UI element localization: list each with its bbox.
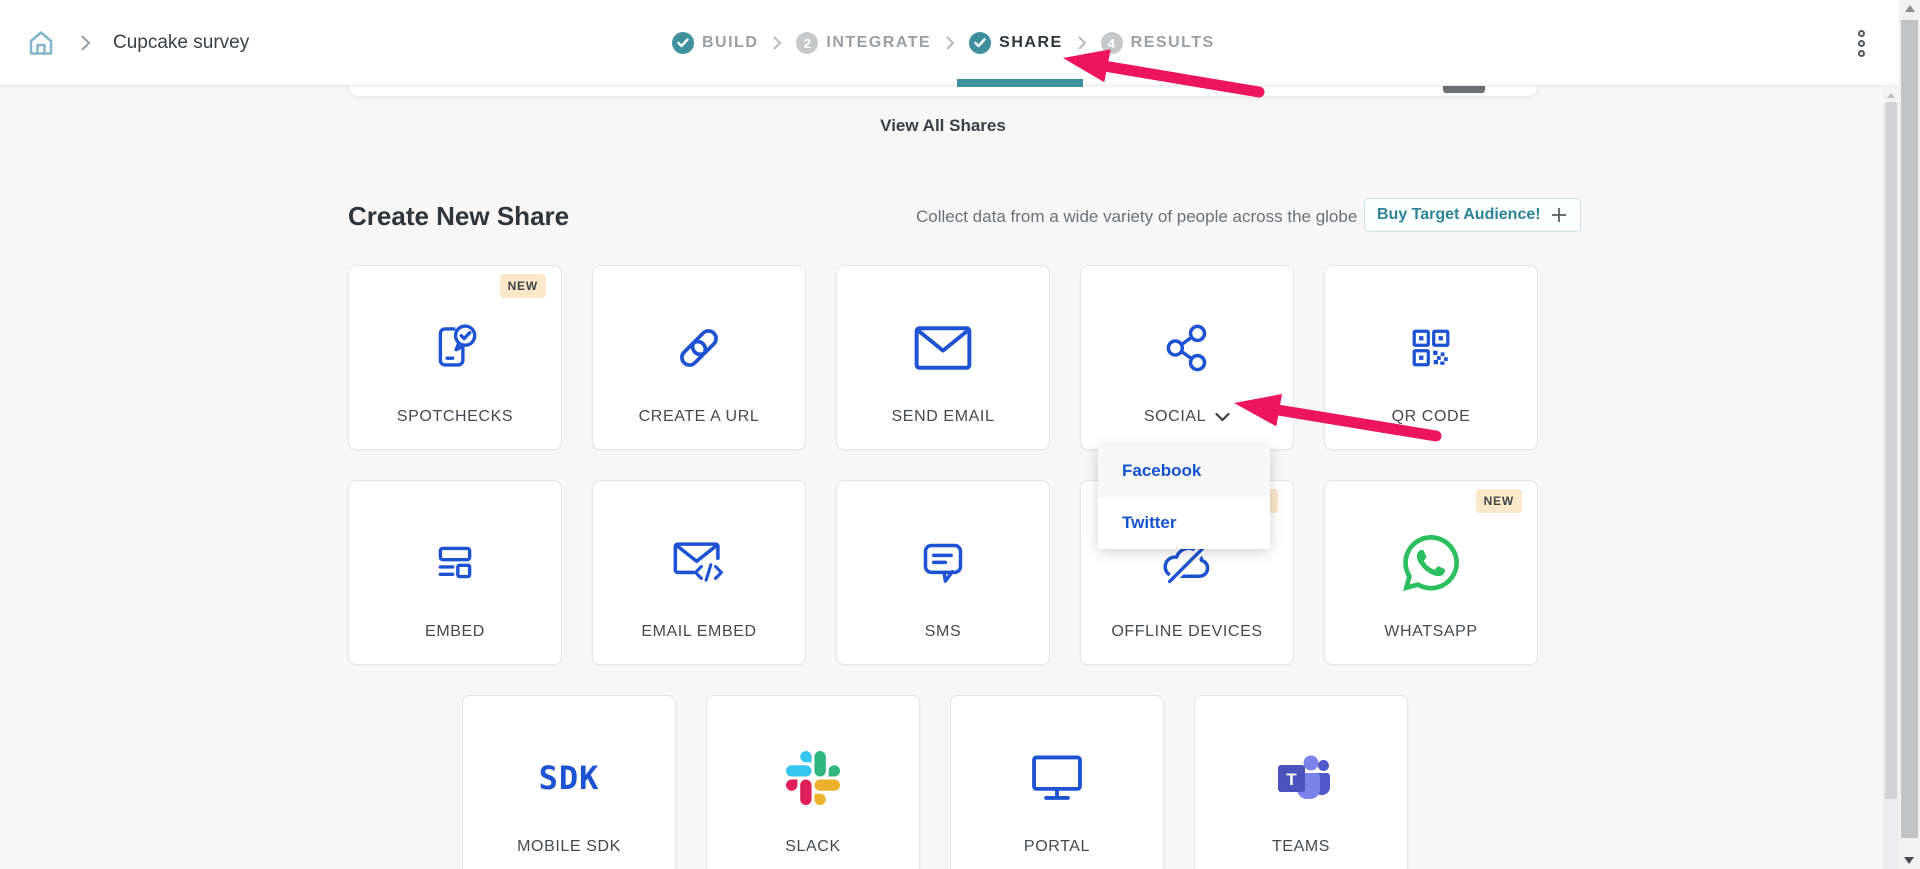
step-label: RESULTS xyxy=(1131,34,1215,52)
card-spotchecks[interactable]: NEW SPOTCHECKS xyxy=(348,265,562,450)
social-dropdown-item-twitter[interactable]: Twitter xyxy=(1098,497,1270,549)
step-share[interactable]: SHARE xyxy=(969,32,1063,54)
social-dropdown-item-facebook[interactable]: Facebook xyxy=(1098,445,1270,497)
envelope-icon xyxy=(914,324,972,372)
teams-logo-icon: T xyxy=(1271,750,1331,806)
chevron-right-icon xyxy=(772,35,782,51)
share-cards-row-3: SDK MOBILE SDK SLACK PORTAL T TEAMS xyxy=(462,695,1408,869)
step-number-circle: 4 xyxy=(1101,32,1123,54)
card-label: TEAMS xyxy=(1195,838,1407,856)
whatsapp-icon xyxy=(1402,531,1460,595)
audience-subtitle: Collect data from a wide variety of peop… xyxy=(916,207,1357,227)
share-cards-row-2: EMBED EMAIL EMBED SMS NEW OFFLINE DEVICE… xyxy=(348,480,1538,665)
card-label: SEND EMAIL xyxy=(837,408,1049,426)
slack-logo-icon xyxy=(786,751,840,805)
check-circle-icon xyxy=(969,32,991,54)
browser-scrollbar[interactable] xyxy=(1899,0,1920,869)
scroll-down-arrow[interactable] xyxy=(1904,857,1914,864)
chevron-down-icon[interactable] xyxy=(1215,412,1230,422)
card-label: PORTAL xyxy=(951,838,1163,856)
step-results[interactable]: 4 RESULTS xyxy=(1101,32,1215,54)
card-label: QR CODE xyxy=(1325,408,1537,426)
check-circle-icon xyxy=(672,32,694,54)
step-integrate[interactable]: 2 INTEGRATE xyxy=(796,32,931,54)
card-label: OFFLINE DEVICES xyxy=(1081,623,1293,641)
qr-code-icon xyxy=(1405,322,1457,374)
card-email-embed[interactable]: EMAIL EMBED xyxy=(592,480,806,665)
page-title: Create New Share xyxy=(348,201,569,232)
card-embed[interactable]: EMBED xyxy=(348,480,562,665)
chevron-right-icon xyxy=(80,34,91,52)
card-label: SOCIAL xyxy=(1144,408,1206,426)
sdk-text-icon: SDK xyxy=(539,759,600,797)
buy-target-audience-label: Buy Target Audience! xyxy=(1377,206,1541,224)
new-badge: NEW xyxy=(1476,489,1522,513)
spotchecks-phone-check-icon xyxy=(428,320,482,376)
view-all-shares-link[interactable]: View All Shares xyxy=(348,116,1538,136)
link-icon xyxy=(671,320,727,376)
card-slack[interactable]: SLACK xyxy=(706,695,920,869)
card-label: WHATSAPP xyxy=(1325,623,1537,641)
plus-icon xyxy=(1550,206,1568,224)
top-navbar: Cupcake survey BUILD 2 INTEGRATE SHARE 4… xyxy=(0,0,1899,86)
embed-blocks-icon xyxy=(428,536,482,590)
home-icon xyxy=(26,28,56,58)
card-label: SMS xyxy=(837,623,1049,641)
step-label: BUILD xyxy=(702,34,758,52)
kebab-menu-icon[interactable] xyxy=(1844,0,1878,86)
content-scrollbar-thumb[interactable] xyxy=(1885,102,1897,799)
social-dropdown: Facebook Twitter xyxy=(1098,445,1270,549)
scroll-up-arrow[interactable] xyxy=(1905,5,1915,12)
card-social[interactable]: SOCIAL xyxy=(1080,265,1294,450)
content-scroll-up-arrow[interactable] xyxy=(1883,87,1899,103)
buy-target-audience-button[interactable]: Buy Target Audience! xyxy=(1364,198,1581,232)
card-mobile-sdk[interactable]: SDK MOBILE SDK xyxy=(462,695,676,869)
chevron-right-icon xyxy=(945,35,955,51)
card-label: MOBILE SDK xyxy=(463,838,675,856)
svg-text:T: T xyxy=(1286,770,1297,789)
previous-shares-card-partial xyxy=(348,86,1538,97)
survey-title: Cupcake survey xyxy=(113,32,249,54)
step-label: INTEGRATE xyxy=(826,34,931,52)
card-sms[interactable]: SMS xyxy=(836,480,1050,665)
chat-bubble-icon xyxy=(915,535,971,591)
monitor-icon xyxy=(1028,751,1086,805)
card-whatsapp[interactable]: NEW WHATSAPP xyxy=(1324,480,1538,665)
card-send-email[interactable]: SEND EMAIL xyxy=(836,265,1050,450)
card-label: SLACK xyxy=(707,838,919,856)
card-portal[interactable]: PORTAL xyxy=(950,695,1164,869)
active-tab-underline xyxy=(957,79,1083,87)
step-number-circle: 2 xyxy=(796,32,818,54)
breadcrumb: Cupcake survey xyxy=(24,0,249,86)
card-label: EMBED xyxy=(349,623,561,641)
step-label: SHARE xyxy=(999,34,1063,52)
chevron-right-icon xyxy=(1077,35,1087,51)
card-label: CREATE A URL xyxy=(593,408,805,426)
home-button[interactable] xyxy=(24,26,58,60)
email-code-icon xyxy=(670,537,728,589)
share-nodes-icon xyxy=(1159,320,1215,376)
browser-scrollbar-thumb[interactable] xyxy=(1901,20,1918,838)
new-badge: NEW xyxy=(500,274,546,298)
step-build[interactable]: BUILD xyxy=(672,32,758,54)
card-teams[interactable]: T TEAMS xyxy=(1194,695,1408,869)
progress-steps: BUILD 2 INTEGRATE SHARE 4 RESULTS xyxy=(672,0,1215,86)
card-label: EMAIL EMBED xyxy=(593,623,805,641)
card-qr-code[interactable]: QR CODE xyxy=(1324,265,1538,450)
content-scrollbar[interactable] xyxy=(1883,87,1899,869)
card-label: SPOTCHECKS xyxy=(349,408,561,426)
app-window: View All Shares Create New Share Collect… xyxy=(0,0,1920,869)
card-create-a-url[interactable]: CREATE A URL xyxy=(592,265,806,450)
share-cards-row-1: NEW SPOTCHECKS CREATE A URL SEND EMAIL S… xyxy=(348,265,1538,450)
